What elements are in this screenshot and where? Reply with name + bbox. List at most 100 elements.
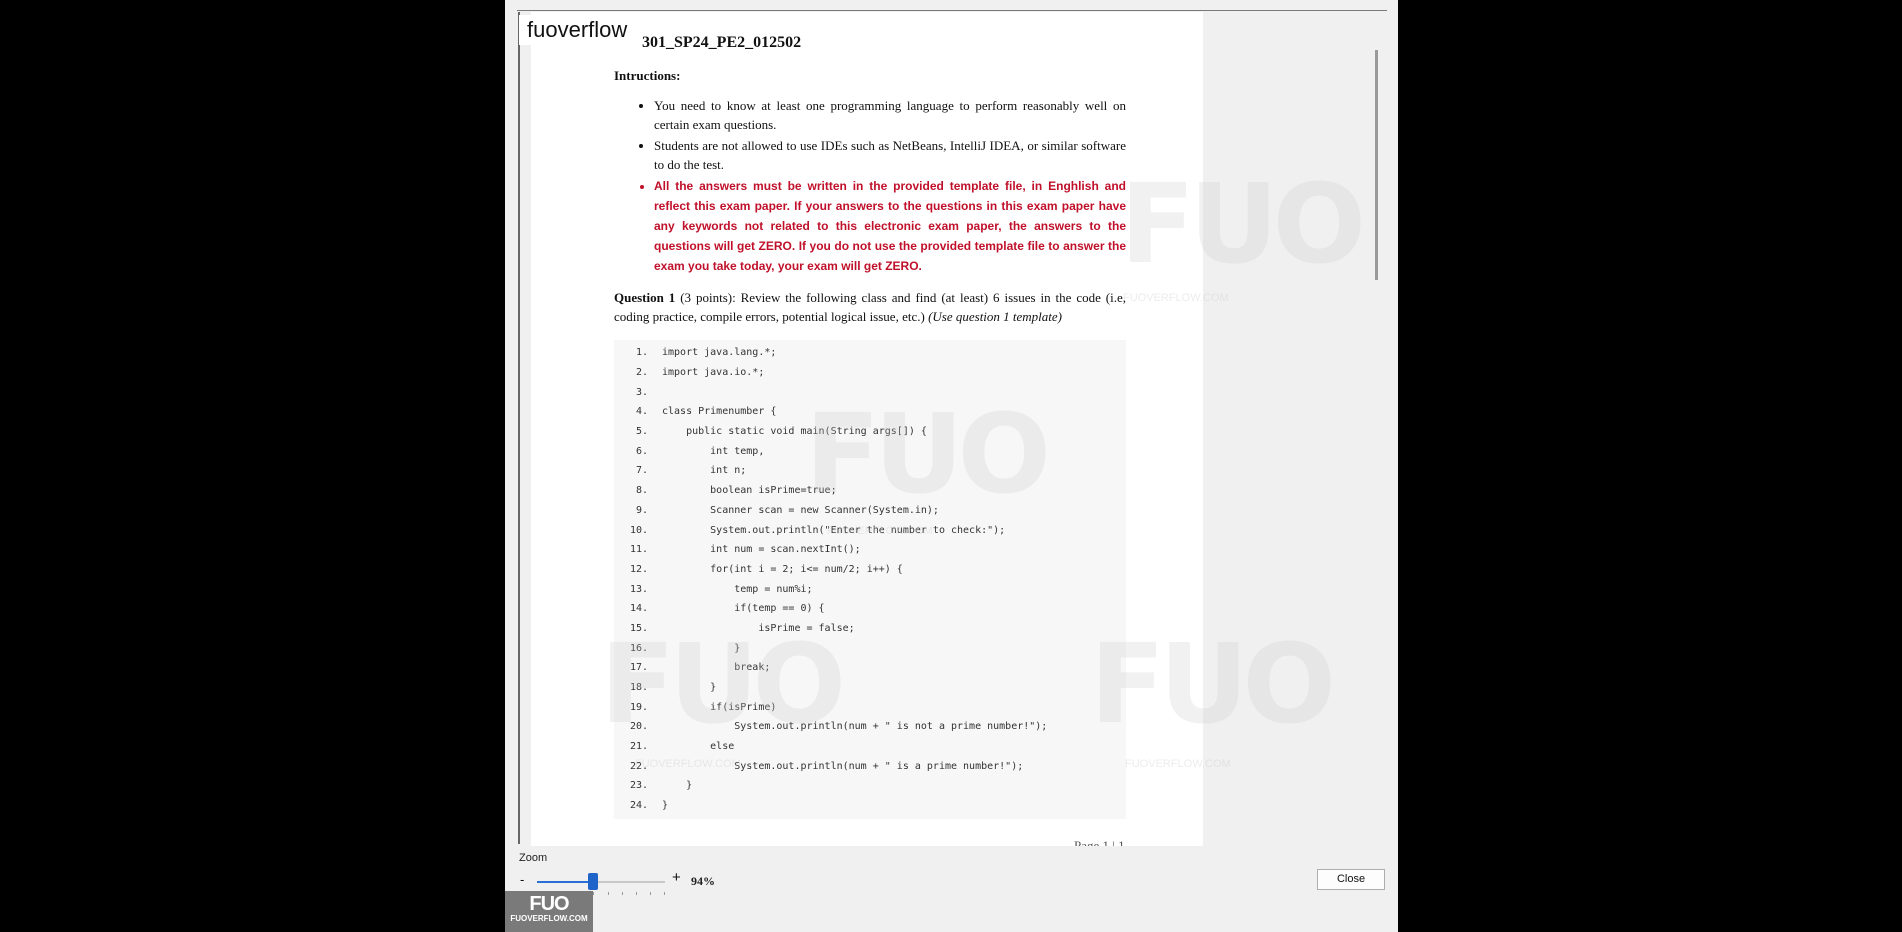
line-number: 20. bbox=[629, 721, 648, 733]
line-number: 9. bbox=[635, 504, 648, 516]
code-line: 15. isPrime = false; bbox=[614, 619, 1126, 639]
code-line: 2. import java.io.*; bbox=[614, 363, 1126, 383]
code-text: int n; bbox=[662, 465, 747, 477]
document-viewer: fuoverflow 301_SP24_PE2_012502 Intructio… bbox=[505, 0, 1398, 932]
line-number: 5. bbox=[635, 426, 648, 438]
question-1: Question 1 (3 points): Review the follow… bbox=[614, 288, 1126, 326]
line-number: 12. bbox=[629, 563, 648, 575]
code-text: class Primenumber { bbox=[662, 406, 777, 418]
close-button[interactable]: Close bbox=[1317, 869, 1385, 890]
code-text: if(temp == 0) { bbox=[662, 603, 825, 615]
code-block: 1. import java.lang.*; 2. import java.io.*;… bbox=[614, 340, 1126, 819]
code-text: else bbox=[662, 741, 735, 753]
code-text: boolean isPrime=true; bbox=[662, 485, 837, 497]
zoom-value: 94% bbox=[691, 874, 715, 888]
line-number: 18. bbox=[629, 682, 648, 694]
line-number: 2. bbox=[635, 367, 648, 379]
line-number: 10. bbox=[629, 524, 648, 536]
logo-site-name: FUOVERFLOW.COM bbox=[510, 914, 588, 923]
code-line: 3. bbox=[614, 382, 1126, 402]
question-note: (Use question 1 template) bbox=[928, 309, 1063, 324]
code-text: } bbox=[662, 642, 741, 654]
code-line: 14. if(temp == 0) { bbox=[614, 599, 1126, 619]
code-text: System.out.println(num + " is a prime nu… bbox=[662, 760, 1024, 772]
code-text: Scanner scan = new Scanner(System.in); bbox=[662, 504, 939, 516]
code-text: if(isPrime) bbox=[662, 701, 777, 713]
document-content: 301_SP24_PE2_012502 Intructions: You nee… bbox=[614, 22, 1126, 819]
document-title: 301_SP24_PE2_012502 bbox=[642, 34, 802, 51]
line-number: 16. bbox=[629, 642, 648, 654]
code-text: } bbox=[662, 682, 717, 694]
instruction-item: Students are not allowed to use IDEs suc… bbox=[654, 136, 1126, 174]
question-label: Question 1 bbox=[614, 290, 676, 305]
instruction-item: All the answers must be written in the p… bbox=[654, 176, 1126, 276]
logo-mark: FUO bbox=[529, 893, 569, 915]
code-text: public static void main(String args[]) { bbox=[662, 426, 927, 438]
document-page: 301_SP24_PE2_012502 Intructions: You nee… bbox=[531, 12, 1203, 846]
code-line: 16. } bbox=[614, 638, 1126, 658]
code-text: int num = scan.nextInt(); bbox=[662, 544, 861, 556]
line-number: 1. bbox=[635, 347, 648, 359]
brand-label: fuoverflow bbox=[519, 15, 636, 45]
code-line: 13. temp = num%i; bbox=[614, 579, 1126, 599]
instruction-item: You need to know at least one programmin… bbox=[654, 96, 1126, 134]
code-text: break; bbox=[662, 662, 771, 674]
code-text: } bbox=[662, 800, 669, 812]
code-line: 24.} bbox=[614, 796, 1126, 816]
code-text: import java.lang.*; bbox=[662, 347, 777, 359]
code-text: for(int i = 2; i<= num/2; i++) { bbox=[662, 563, 903, 575]
code-line: 23. } bbox=[614, 776, 1126, 796]
code-text: } bbox=[662, 780, 693, 792]
slider-tick bbox=[621, 892, 623, 895]
zoom-label: Zoom bbox=[519, 852, 548, 864]
code-line: 8. boolean isPrime=true; bbox=[614, 481, 1126, 501]
zoom-slider-thumb[interactable] bbox=[588, 873, 599, 890]
zoom-out-button[interactable]: - bbox=[520, 872, 524, 887]
line-number: 4. bbox=[635, 406, 648, 418]
zoom-in-button[interactable]: + bbox=[672, 869, 681, 886]
instructions-list: You need to know at least one programmin… bbox=[614, 96, 1126, 276]
code-line: 10. System.out.println("Enter the number… bbox=[614, 520, 1126, 540]
line-number: 14. bbox=[629, 603, 648, 615]
code-line: 6. int temp, bbox=[614, 441, 1126, 461]
line-number: 19. bbox=[629, 701, 648, 713]
slider-tick bbox=[635, 892, 637, 895]
code-line: 4. class Primenumber { bbox=[614, 402, 1126, 422]
vertical-scrollbar[interactable] bbox=[1375, 50, 1378, 280]
line-number: 3. bbox=[635, 386, 648, 398]
code-line: 17. break; bbox=[614, 658, 1126, 678]
code-text: System.out.println(num + " is not a prim… bbox=[662, 721, 1048, 733]
line-number: 13. bbox=[629, 583, 648, 595]
line-number: 7. bbox=[635, 465, 648, 477]
page-footer: Page 1 | 1 bbox=[1074, 838, 1125, 846]
code-line: 5. public static void main(String args[]… bbox=[614, 422, 1126, 442]
code-text: System.out.println("Enter the number to … bbox=[662, 524, 1006, 536]
code-text: import java.io.*; bbox=[662, 367, 765, 379]
zoom-slider-fill bbox=[537, 881, 594, 883]
code-line: 12. for(int i = 2; i<= num/2; i++) { bbox=[614, 560, 1126, 580]
slider-tick bbox=[593, 892, 595, 895]
code-text: int temp, bbox=[662, 445, 765, 457]
code-line: 19. if(isPrime) bbox=[614, 697, 1126, 717]
instructions-heading: Intructions: bbox=[614, 68, 681, 83]
code-line: 11. int num = scan.nextInt(); bbox=[614, 540, 1126, 560]
code-line: 9. Scanner scan = new Scanner(System.in)… bbox=[614, 501, 1126, 521]
line-number: 8. bbox=[635, 485, 648, 497]
line-number: 24. bbox=[629, 800, 648, 812]
top-divider bbox=[517, 10, 1387, 11]
slider-tick bbox=[607, 892, 609, 895]
page-frame-edge bbox=[518, 12, 520, 844]
line-number: 15. bbox=[629, 622, 648, 634]
code-line: 20. System.out.println(num + " is not a … bbox=[614, 717, 1126, 737]
code-line: 18. } bbox=[614, 678, 1126, 698]
line-number: 11. bbox=[629, 544, 648, 556]
code-line: 1. import java.lang.*; bbox=[614, 343, 1126, 363]
code-text: temp = num%i; bbox=[662, 583, 813, 595]
slider-tick bbox=[649, 892, 651, 895]
code-text: isPrime = false; bbox=[662, 622, 855, 634]
line-number: 21. bbox=[629, 741, 648, 753]
site-logo: FUO FUOVERFLOW.COM bbox=[505, 891, 593, 932]
line-number: 17. bbox=[629, 662, 648, 674]
line-number: 23. bbox=[629, 780, 648, 792]
code-line: 7. int n; bbox=[614, 461, 1126, 481]
